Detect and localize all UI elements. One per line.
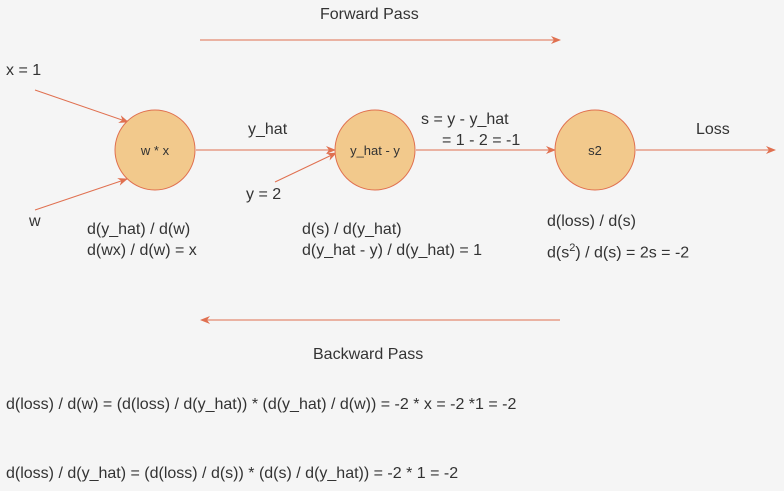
w-input-arrow [34, 178, 128, 211]
square-node-label: s2 [588, 143, 602, 158]
subtract-gradient-line1: d(s) / d(y_hat) [302, 221, 402, 238]
square-gradient-line1: d(loss) / d(s) [547, 213, 636, 230]
multiply-node-label: w * x [140, 143, 170, 158]
square-gradient-pre: d(s [547, 244, 570, 262]
chain-rule-equation-y-hat: d(loss) / d(y_hat) = (d(loss) / d(s)) * … [6, 465, 459, 482]
loss-label: Loss [696, 121, 730, 138]
backward-pass-label: Backward Pass [313, 346, 424, 363]
subtract-node-label: y_hat - y [350, 143, 400, 158]
forward-pass-label: Forward Pass [320, 6, 419, 23]
s-equation-line2: = 1 - 2 = -1 [442, 132, 521, 149]
x-input-arrow [34, 89, 129, 123]
y-hat-edge-label: y_hat [248, 121, 288, 138]
multiply-gradient-line1: d(y_hat) / d(w) [87, 221, 191, 238]
multiply-gradient-line2: d(wx) / d(w) = x [87, 242, 197, 259]
square-gradient-post: ) / d(s) = 2s = -2 [575, 244, 690, 262]
w-input-label: w [29, 213, 41, 230]
chain-rule-equation-w: d(loss) / d(w) = (d(loss) / d(y_hat)) * … [6, 396, 517, 413]
x-input-label: x = 1 [6, 62, 42, 79]
y-input-arrow [274, 152, 337, 183]
square-gradient-line2: d(s2) / d(s) = 2s = -2 [547, 239, 689, 262]
y-input-label: y = 2 [246, 186, 282, 203]
s-equation-line1: s = y - y_hat [421, 111, 509, 128]
subtract-gradient-line2: d(y_hat - y) / d(y_hat) = 1 [302, 242, 483, 259]
